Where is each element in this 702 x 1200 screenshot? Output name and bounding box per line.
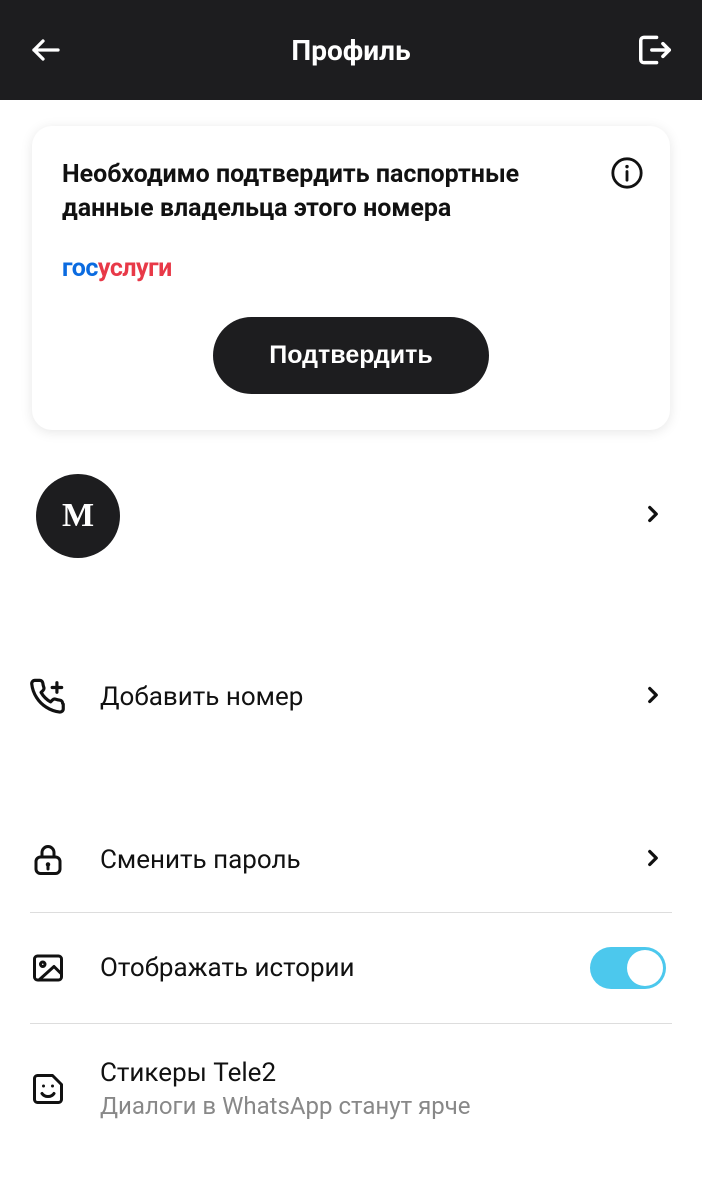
- stickers-sublabel: Диалоги в WhatsApp станут ярче: [100, 1092, 666, 1120]
- page-title: Профиль: [291, 34, 410, 67]
- confirm-button[interactable]: Подтвердить: [213, 317, 488, 394]
- toggle-knob: [627, 950, 663, 986]
- change-password-item[interactable]: Сменить пароль: [30, 808, 672, 913]
- sticker-icon: [30, 1071, 74, 1107]
- gosuslugi-part1: гос: [62, 254, 98, 283]
- info-button[interactable]: [610, 156, 644, 194]
- phone-plus-icon: [30, 678, 74, 716]
- verification-card: Необходимо подтвердить паспортные данные…: [32, 126, 670, 430]
- profile-row[interactable]: М: [0, 446, 702, 586]
- image-icon: [30, 950, 74, 986]
- stickers-label: Стикеры Tele2: [100, 1058, 666, 1088]
- logout-button[interactable]: [636, 31, 674, 69]
- chevron-right-icon: [640, 845, 666, 875]
- header: Профиль: [0, 0, 702, 100]
- change-password-label: Сменить пароль: [100, 845, 640, 875]
- add-number-label: Добавить номер: [100, 682, 640, 712]
- lock-icon: [30, 842, 74, 878]
- chevron-right-icon: [640, 682, 666, 712]
- gosuslugi-part2: услуги: [98, 254, 172, 283]
- chevron-right-icon: [640, 501, 666, 531]
- show-stories-label: Отображать истории: [100, 953, 590, 983]
- stories-toggle[interactable]: [590, 947, 666, 989]
- back-button[interactable]: [28, 32, 64, 68]
- add-number-item[interactable]: Добавить номер: [0, 644, 702, 750]
- avatar: М: [36, 474, 120, 558]
- show-stories-item: Отображать истории: [30, 913, 672, 1024]
- gosuslugi-logo: госуслуги: [62, 254, 640, 283]
- stickers-item[interactable]: Стикеры Tele2 Диалоги в WhatsApp станут …: [30, 1024, 672, 1130]
- card-title: Необходимо подтвердить паспортные данные…: [62, 158, 640, 226]
